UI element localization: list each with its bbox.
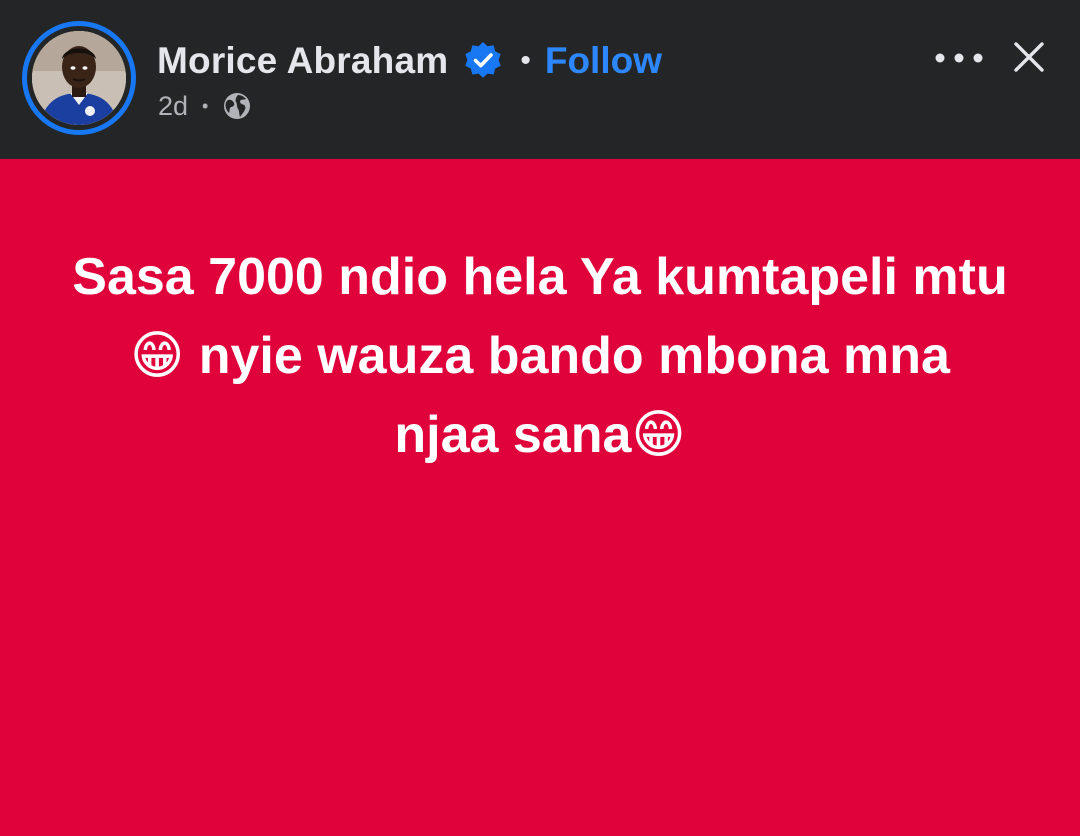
post-timestamp[interactable]: 2d — [158, 91, 188, 122]
post-header: Morice Abraham • Follow 2d • — [0, 0, 1080, 159]
post-view: Morice Abraham • Follow 2d • Sasa 7000 n… — [0, 0, 1080, 836]
author-line: Morice Abraham • Follow — [157, 36, 662, 86]
post-meta: 2d • — [158, 88, 252, 124]
follow-button[interactable]: Follow — [545, 40, 662, 82]
post-text-line: 😁 nyie wauza bando mbona mna — [130, 327, 950, 385]
separator-dot: • — [520, 44, 531, 77]
verified-badge-icon — [462, 40, 504, 82]
post-text: Sasa 7000 ndio hela Ya kumtapeli mtu 😁 n… — [10, 238, 1070, 475]
author-avatar[interactable] — [22, 21, 136, 135]
meta-separator-dot: • — [202, 95, 209, 116]
more-options-icon[interactable] — [934, 46, 984, 70]
avatar-image — [32, 31, 126, 125]
close-icon[interactable] — [1012, 40, 1046, 74]
author-name[interactable]: Morice Abraham — [157, 40, 448, 82]
globe-icon — [222, 91, 252, 121]
post-text-line: Sasa 7000 ndio hela Ya kumtapeli mtu — [72, 248, 1008, 306]
post-text-line: njaa sana😁 — [394, 406, 686, 464]
